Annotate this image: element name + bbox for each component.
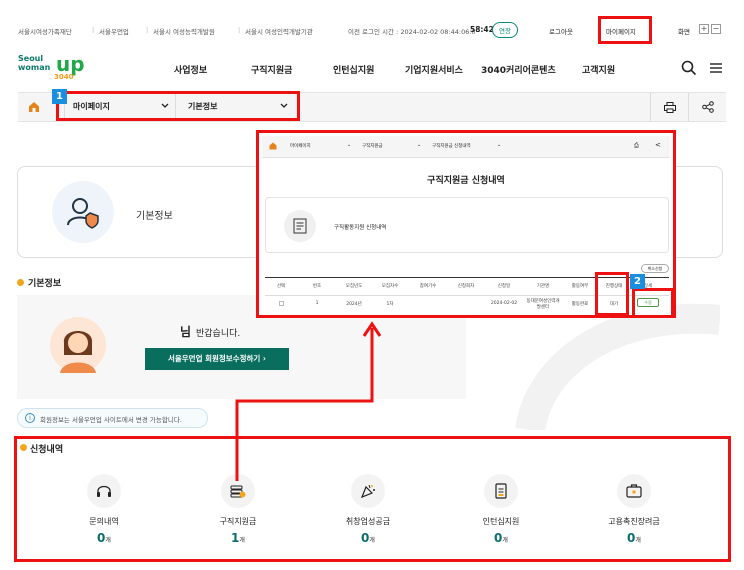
avatar bbox=[50, 317, 106, 373]
highlight-breadcrumb bbox=[56, 91, 300, 121]
stat-internship-icon-wrap[interactable] bbox=[484, 474, 518, 508]
section-bullet-icon bbox=[17, 279, 24, 286]
stat-employment-incentive-icon-wrap[interactable] bbox=[617, 474, 651, 508]
briefcase-icon bbox=[626, 484, 642, 498]
logo-word-up: up bbox=[56, 52, 85, 76]
inset-item-card: 구직활동지원 신청내역 bbox=[265, 197, 669, 253]
zoom-out-button[interactable]: − bbox=[711, 24, 721, 34]
inset-row-checkbox[interactable] bbox=[279, 301, 284, 306]
woman-avatar-icon bbox=[60, 331, 96, 373]
basic-info-card-title: 기본정보 bbox=[136, 211, 173, 222]
inset-col-round: 모집차수 bbox=[381, 284, 399, 289]
inset-row-apply-date: 2024-02-02 bbox=[490, 301, 518, 306]
section-basic-title: 기본정보 bbox=[28, 279, 62, 289]
screen-zoom-label: 화면 bbox=[678, 28, 690, 36]
inset-breadcrumb-3: 구직지원금 신청내역 bbox=[432, 144, 471, 149]
nav-item-company-service[interactable]: 기업지원서비스 bbox=[405, 63, 463, 76]
inset-item-icon-wrap bbox=[284, 210, 316, 242]
inset-col-cohort: 참여기수 bbox=[419, 284, 437, 289]
headset-icon bbox=[97, 485, 111, 497]
logo-word-3040: 3040 bbox=[54, 73, 74, 81]
stat-inquiry-value[interactable]: 0개 bbox=[59, 531, 149, 545]
util-link-3[interactable]: 서울시 여성능력개발원 bbox=[153, 26, 215, 36]
inset-item-label: 구직활동지원 신청내역 bbox=[334, 225, 387, 231]
inset-row-round: 1차 bbox=[386, 302, 394, 307]
stat-internship-label: 인턴십지원 bbox=[482, 517, 520, 526]
inset-title: 구직지원금 신청내역 bbox=[427, 176, 505, 186]
inset-col-select: 선택 bbox=[276, 284, 286, 289]
stat-success-grant-value[interactable]: 0개 bbox=[323, 531, 413, 545]
stat-inquiry-icon-wrap[interactable] bbox=[87, 474, 121, 508]
inset-col-apply-date: 신청일 bbox=[497, 284, 511, 289]
session-timer: 58:42 bbox=[470, 25, 494, 34]
zoom-in-button[interactable]: + bbox=[699, 24, 709, 34]
share-button[interactable] bbox=[688, 93, 726, 121]
inset-cancel-request-button[interactable]: 취소신청 bbox=[641, 264, 669, 273]
logout-link[interactable]: 로그아웃 bbox=[549, 26, 573, 36]
greeting-suffix: 님 bbox=[180, 325, 192, 339]
print-button[interactable] bbox=[650, 93, 688, 121]
extend-session-button[interactable]: 연장 bbox=[492, 22, 518, 38]
nav-item-business-info[interactable]: 사업정보 bbox=[174, 63, 207, 76]
inset-row-number: 1 bbox=[315, 301, 319, 306]
section-apply-title: 신청내역 bbox=[30, 445, 64, 455]
inset-col-org: 기관명 bbox=[536, 284, 550, 289]
receipt-icon bbox=[293, 218, 307, 234]
home-icon bbox=[269, 142, 277, 150]
inset-col-year: 모집년도 bbox=[345, 284, 363, 289]
util-link-1[interactable]: 서울시여성가족재단 bbox=[18, 26, 72, 36]
util-link-2[interactable]: 서울우먼업 bbox=[99, 26, 129, 36]
inset-share-icon: < bbox=[655, 141, 661, 149]
info-icon: i bbox=[25, 413, 35, 423]
highlight-mypage bbox=[598, 16, 652, 44]
annotation-badge-2: 2 bbox=[630, 274, 645, 289]
inset-row-org: 동대문여성인력개발센터 bbox=[526, 299, 560, 310]
highlight-edit-button bbox=[632, 288, 674, 318]
inset-printer-icon: ⎙ bbox=[634, 142, 639, 149]
inset-breadcrumb-1: 마이페이지 bbox=[290, 144, 311, 149]
nav-item-career-content[interactable]: 3040커리어콘텐츠 bbox=[481, 63, 556, 76]
nav-item-customer-support[interactable]: 고객지원 bbox=[582, 63, 615, 76]
notice-text: 회원정보는 서울우먼업 사이트에서 변경 가능합니다. bbox=[40, 416, 182, 424]
share-icon bbox=[702, 101, 714, 113]
user-shield-icon-wrap bbox=[52, 181, 114, 243]
inset-row-year: 2024년 bbox=[346, 302, 362, 307]
logo-word-seoul: Seoul bbox=[18, 54, 44, 63]
document-icon bbox=[495, 483, 507, 499]
user-shield-icon bbox=[67, 198, 99, 229]
notice-pill: i 회원정보는 서울우먼업 사이트에서 변경 가능합니다. bbox=[17, 408, 208, 428]
nav-item-job-grant[interactable]: 구직지원금 bbox=[251, 63, 292, 76]
stat-inquiry-label: 문의내역 bbox=[89, 517, 119, 526]
printer-icon bbox=[664, 102, 676, 113]
stat-employment-incentive-value[interactable]: 0개 bbox=[589, 531, 679, 545]
section-bullet-icon bbox=[20, 444, 27, 451]
annotation-badge-1: 1 bbox=[52, 89, 67, 104]
background-decoration bbox=[515, 303, 720, 430]
util-link-4[interactable]: 서울시 여성인력개발기관 bbox=[245, 26, 313, 36]
inset-breadcrumb: 마이페이지 ⌄ 구직지원금 ⌄ 구직지원금 신청내역 ⌄ ⎙ < bbox=[262, 136, 670, 158]
stat-internship-value[interactable]: 0개 bbox=[456, 531, 546, 545]
connector-arrow bbox=[235, 321, 382, 481]
nav-item-internship[interactable]: 인턴십지원 bbox=[333, 63, 374, 76]
login-time-text: 이전 로그인 시간 : 2024-02-02 08:44:06.0 bbox=[348, 28, 476, 36]
home-icon[interactable] bbox=[28, 101, 40, 113]
stat-employment-incentive-label: 고용촉진장려금 bbox=[608, 517, 660, 526]
inset-col-number: 번호 bbox=[312, 284, 322, 289]
logo-word-woman: woman bbox=[18, 63, 51, 72]
hamburger-menu-icon[interactable] bbox=[709, 61, 723, 75]
stat-job-grant-label: 구직지원금 bbox=[219, 517, 257, 526]
search-icon[interactable] bbox=[681, 60, 697, 76]
highlight-status-column bbox=[595, 272, 629, 316]
inset-row-activity: 활동완료 bbox=[571, 302, 589, 307]
inset-col-activity: 활동여부 bbox=[571, 284, 589, 289]
site-logo[interactable]: Seoul woman up 3040 bbox=[18, 54, 108, 86]
inset-col-session: 신청회차 bbox=[457, 284, 475, 289]
inset-breadcrumb-2: 구직지원금 bbox=[362, 144, 383, 149]
stat-job-grant-value[interactable]: 1개 bbox=[193, 531, 283, 545]
stat-success-grant-label: 취창업성공금 bbox=[345, 517, 391, 526]
